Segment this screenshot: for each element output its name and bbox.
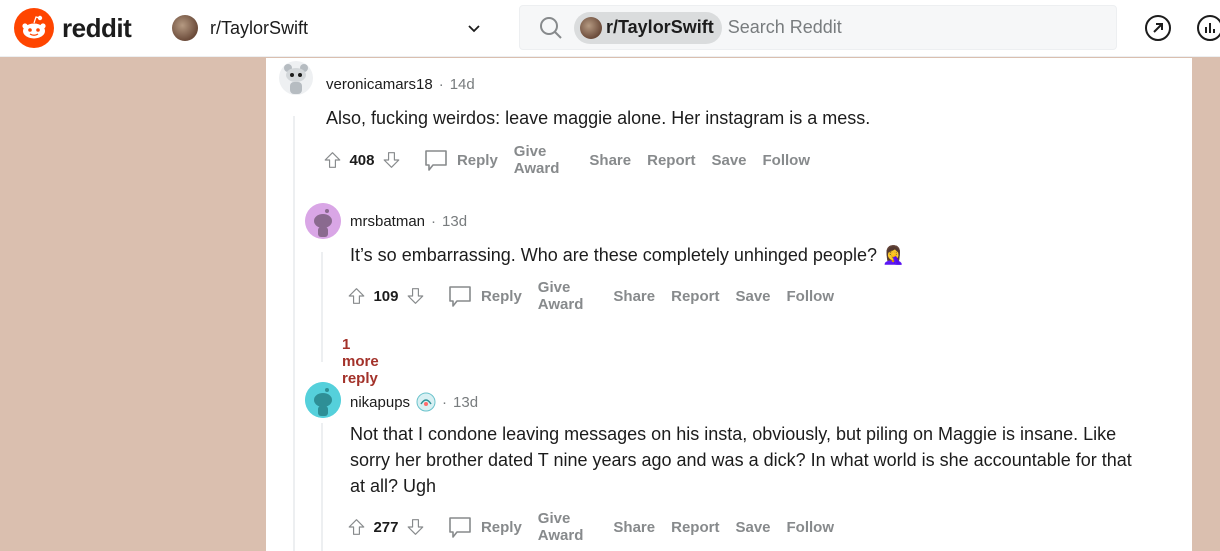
- popular-arrow-icon[interactable]: [1144, 14, 1172, 42]
- follow-button[interactable]: Follow: [787, 288, 835, 305]
- avatar[interactable]: [278, 60, 314, 96]
- search-scope-chip[interactable]: r/TaylorSwift: [574, 11, 722, 44]
- comment-author[interactable]: veronicamars18: [326, 76, 433, 93]
- comment-body: It’s so embarrassing. Who are these comp…: [350, 245, 905, 265]
- vote-score: 277: [373, 518, 399, 536]
- comment-bubble-icon: [425, 150, 447, 171]
- reply-button[interactable]: Reply: [447, 283, 522, 309]
- comment-time[interactable]: 14d: [450, 76, 475, 93]
- thread-line[interactable]: [293, 116, 295, 551]
- reply-button[interactable]: Reply: [423, 147, 498, 173]
- vote-score: 109: [373, 287, 399, 305]
- snoo-avatar-icon: [305, 203, 341, 239]
- reddit-snoo-icon: [14, 8, 54, 48]
- reply-button[interactable]: Reply: [447, 514, 522, 540]
- community-switcher[interactable]: r/TaylorSwift: [172, 10, 492, 46]
- thread-line[interactable]: [321, 252, 323, 362]
- upvote-icon[interactable]: [347, 514, 366, 540]
- stats-icon[interactable]: [1196, 14, 1220, 42]
- follow-button[interactable]: Follow: [763, 152, 811, 169]
- share-button[interactable]: Share: [589, 152, 631, 169]
- report-button[interactable]: Report: [671, 288, 719, 305]
- upvote-icon[interactable]: [347, 283, 366, 309]
- chip-avatar: [580, 16, 602, 39]
- search-input[interactable]: [727, 17, 1048, 38]
- save-button[interactable]: Save: [735, 288, 770, 305]
- reply-label: Reply: [456, 151, 498, 169]
- snoo-avatar-icon: [279, 61, 313, 95]
- share-button[interactable]: Share: [613, 519, 655, 536]
- save-button[interactable]: Save: [711, 152, 746, 169]
- meta-separator: ·: [431, 213, 437, 230]
- downvote-icon[interactable]: [382, 147, 401, 173]
- give-award-button[interactable]: Give Award: [514, 143, 574, 177]
- follow-button[interactable]: Follow: [787, 519, 835, 536]
- reddit-logo[interactable]: reddit: [14, 8, 132, 48]
- search-icon: [540, 16, 562, 39]
- comment-body: Not that I condone leaving messages on h…: [350, 424, 1132, 496]
- search-bar[interactable]: r/TaylorSwift: [519, 5, 1117, 50]
- comment-time[interactable]: 13d: [453, 394, 478, 411]
- comment-bubble-icon: [449, 517, 471, 538]
- comment-bubble-icon: [449, 286, 471, 307]
- comment-author[interactable]: mrsbatman: [350, 213, 425, 230]
- chevron-down-icon[interactable]: [464, 18, 484, 38]
- share-button[interactable]: Share: [613, 288, 655, 305]
- top-header: reddit r/TaylorSwift r/TaylorSwift: [0, 0, 1220, 57]
- comment-time[interactable]: 13d: [442, 213, 467, 230]
- reply-label: Reply: [480, 287, 522, 305]
- downvote-icon[interactable]: [406, 514, 425, 540]
- give-award-button[interactable]: Give Award: [538, 510, 598, 544]
- thread-line[interactable]: [321, 423, 323, 551]
- comment-body: Also, fucking weirdos: leave maggie alon…: [326, 108, 871, 128]
- reply-label: Reply: [480, 518, 522, 536]
- logo-wordmark: reddit: [62, 12, 132, 43]
- search-scope-label: r/TaylorSwift: [606, 17, 714, 37]
- avatar[interactable]: [305, 382, 341, 418]
- save-button[interactable]: Save: [735, 519, 770, 536]
- downvote-icon[interactable]: [406, 283, 425, 309]
- snoo-avatar-icon: [305, 382, 341, 418]
- avatar[interactable]: [305, 203, 341, 239]
- meta-separator: ·: [442, 393, 448, 411]
- report-button[interactable]: Report: [647, 152, 695, 169]
- upvote-icon[interactable]: [323, 147, 342, 173]
- more-replies-link[interactable]: 1 more reply: [342, 336, 379, 387]
- vote-score: 408: [349, 151, 375, 169]
- give-award-button[interactable]: Give Award: [538, 279, 598, 313]
- comments-panel: veronicamars18 · 14d Also, fucking weird…: [266, 58, 1192, 551]
- community-name: r/TaylorSwift: [210, 17, 309, 38]
- meta-separator: ·: [438, 76, 444, 93]
- user-flair-icon: [416, 392, 436, 412]
- community-avatar: [172, 15, 198, 41]
- comment-author[interactable]: nikapups: [350, 394, 410, 411]
- report-button[interactable]: Report: [671, 519, 719, 536]
